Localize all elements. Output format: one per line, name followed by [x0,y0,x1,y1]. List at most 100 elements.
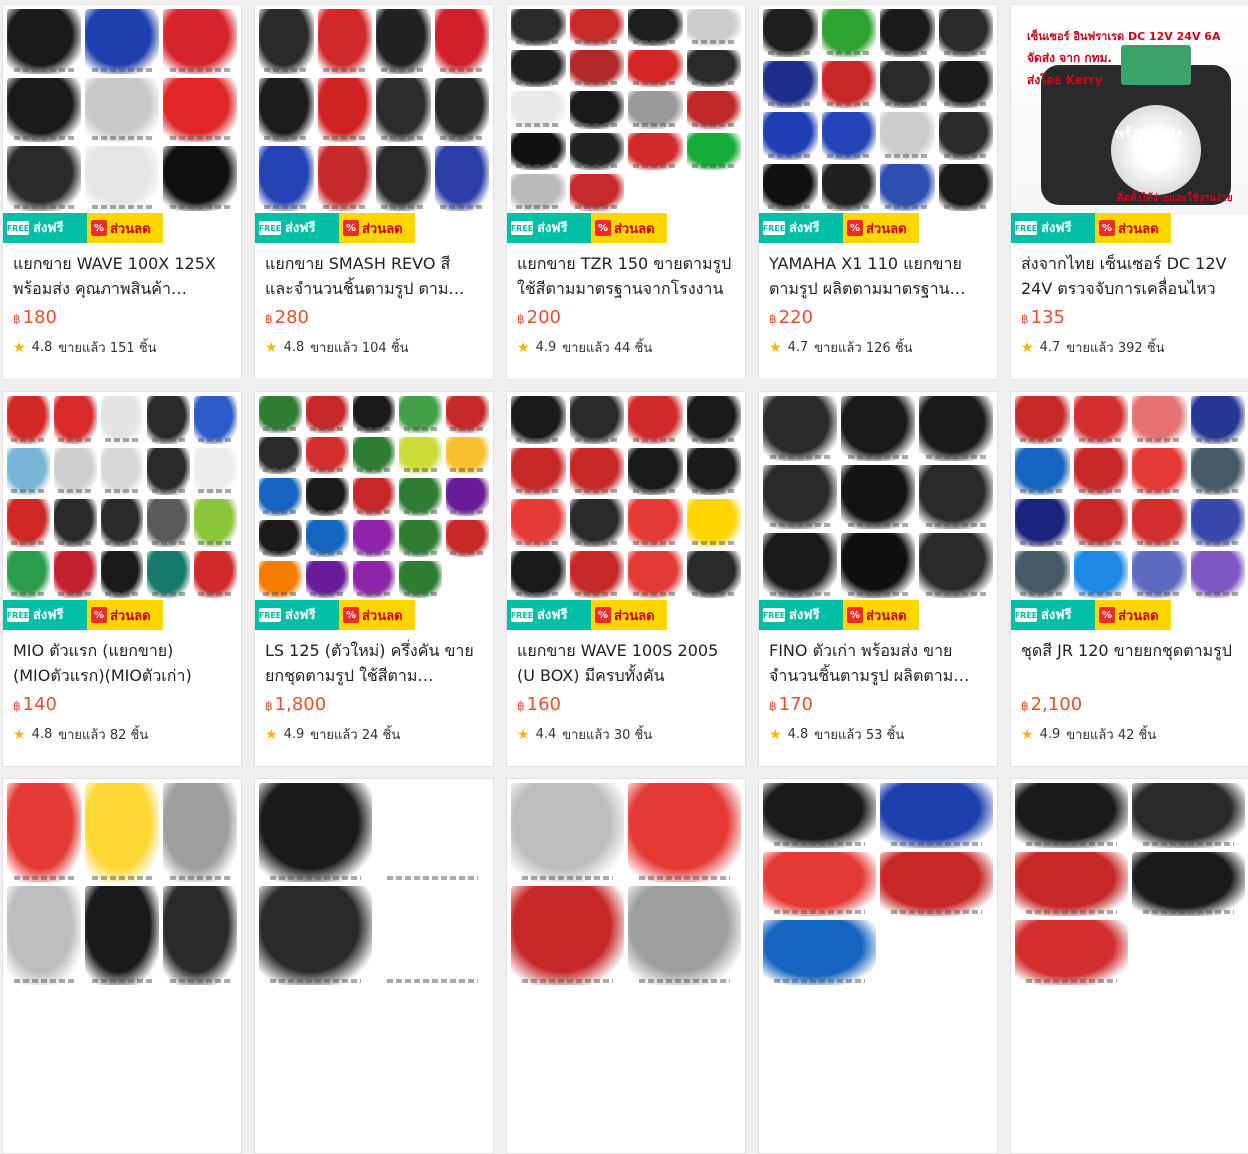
product-card[interactable] [1010,778,1248,1154]
sold-prefix: ขายแล้ว [58,341,106,356]
motorcycle-part [1015,499,1070,547]
product-card[interactable] [2,778,242,1154]
motorcycle-part [686,50,741,88]
motorcycle-part [259,886,372,985]
motorcycle-part [317,146,372,211]
product-image[interactable]: FREE ส่งฟรี% ส่วนลด [759,5,997,243]
motorcycle-part [569,91,624,129]
discount-badge: % ส่วนลด [591,213,667,243]
motorcycle-part [511,91,566,129]
product-title[interactable]: แยกขาย WAVE 100S 2005 (U BOX) มีครบทั้งค… [517,638,735,688]
product-card[interactable] [254,778,494,1154]
product-image[interactable]: FREE ส่งฟรี% ส่วนลด [507,392,745,630]
percent-icon: % [595,607,611,623]
product-card[interactable]: FREE ส่งฟรี% ส่วนลดชุดสี JR 120 ขายยกชุดตา… [1010,391,1248,767]
product-card[interactable]: FREE ส่งฟรี% ส่วนลดแยกขาย SMASH REVO สี แล… [254,4,494,380]
motorcycle-part [259,560,302,598]
free-shipping-badge: FREE ส่งฟรี [759,213,843,243]
rating-value: 4.8 [283,340,305,355]
free-shipping-label: ส่งฟรี [789,607,820,623]
product-info: แยกขาย WAVE 100S 2005 (U BOX) มีครบทั้งค… [507,630,745,753]
free-shipping-badge: FREE ส่งฟรี [507,213,591,243]
promo-banner: FREE ส่งฟรี% ส่วนลด [507,600,745,630]
product-image[interactable]: FREE ส่งฟรี% ส่วนลด [255,392,493,630]
product-price: ฿ 220 [769,307,987,333]
motorcycle-part [686,91,741,129]
product-price: ฿ 170 [769,694,987,720]
product-card[interactable]: FREE ส่งฟรี% ส่วนลด MIO ตัวแรก (แยกขาย) (MI… [2,391,242,767]
product-title[interactable]: ส่งจากไทย เซ็นเซอร์ DC 12V 24V ตรวจจับกา… [1021,251,1239,301]
product-image[interactable] [3,779,241,1017]
product-image[interactable] [255,779,493,1017]
product-price: ฿ 180 [13,307,231,333]
product-card[interactable]: FREE ส่งฟรี% ส่วนลด LS 125 (ตัวใหม่) ครึ่งค… [254,391,494,767]
product-image[interactable]: FREE ส่งฟรี% ส่วนลด [507,5,745,243]
product-image[interactable]: FREE ส่งฟรี% ส่วนลด [3,392,241,630]
motorcycle-part [763,396,837,461]
motorcycle-part [841,464,915,530]
motorcycle-part [686,396,741,444]
price-value: 2,100 [1030,694,1083,715]
product-card[interactable]: FREE ส่งฟรี% ส่วนลด แยกขาย WAVE 100S 2005 (… [506,391,746,767]
motorcycle-part [880,60,935,108]
product-image[interactable]: FREE ส่งฟรี% ส่วนลด [255,5,493,243]
product-card[interactable]: FREE ส่งฟรี% ส่วนลดแยกขาย TZR 150 ขายตามรู… [506,4,746,380]
price-value: 200 [526,307,561,328]
parts-collage [507,779,745,989]
motorcycle-part [628,886,741,985]
product-card[interactable] [758,778,998,1154]
discount-label: ส่วนลด [866,221,907,237]
price-value: 280 [274,307,309,328]
product-image[interactable]: FREE ส่งฟรี% ส่วนลด [1011,392,1248,630]
motorcycle-part [376,146,431,211]
discount-badge: % ส่วนลด [1095,213,1171,243]
free-shipping-label: ส่งฟรี [537,607,568,623]
motorcycle-part [1190,550,1245,598]
product-image[interactable] [759,779,997,1017]
motorcycle-part [569,9,624,47]
product-title[interactable]: MIO ตัวแรก (แยกขาย) (MIOตัวแรก)(MIOตัวเก… [13,638,231,688]
sold-value: 82 [109,728,127,743]
product-title[interactable]: แยกขาย TZR 150 ขายตามรูป ใช้สีตามมาตรฐาน… [517,251,735,301]
motorcycle-part [763,163,818,211]
star-icon: ★ [1021,726,1034,743]
product-title[interactable]: แยกขาย WAVE 100X 125X พร้อมส่ง คุณภาพสิน… [13,251,231,301]
product-card[interactable]: FREE ส่งฟรี% ส่วนลด FINO ตัวเก่า พร้อมส่ง ข… [758,391,998,767]
product-title[interactable]: FINO ตัวเก่า พร้อมส่ง ขาย จำนวนชิ้นตามรู… [769,638,987,688]
product-card[interactable]: FREE ส่งฟรี% ส่วนลดแยกขาย WAVE 100X 125X พ… [2,4,242,380]
product-image[interactable]: FREE ส่งฟรี% ส่วนลด [3,5,241,243]
motorcycle-part [100,550,144,598]
product-card[interactable]: เซ็นเซอร์ อินฟราเรด DC 12V 24V 6A จัดส่ง … [1010,4,1248,380]
sold-value: 151 [109,341,135,356]
product-title[interactable]: แยกขาย SMASH REVO สี และจำนวนชิ้นตามรูป … [265,251,483,301]
product-title[interactable]: LS 125 (ตัวใหม่) ครึ่งคัน ขายยกชุดตามรูป… [265,638,483,688]
motorcycle-part [7,886,81,985]
motorcycle-part [1015,851,1128,917]
parts-collage [3,392,241,602]
motorcycle-part [305,519,349,557]
sold-count: ขายแล้ว 82 ชิ้น [58,724,148,745]
product-image[interactable] [507,779,745,1017]
motorcycle-part [569,396,624,444]
motorcycle-part [1015,920,1128,985]
sensor-product-image: เซ็นเซอร์ อินฟราเรด DC 12V 24V 6A จัดส่ง … [1011,5,1248,215]
product-title[interactable]: ชุดสี JR 120 ขายยกชุดตามรูป [1021,638,1239,688]
sold-value: 24 [361,728,379,743]
sold-count: ขายแล้ว 42 ชิ้น [1066,724,1156,745]
motorcycle-part [938,112,993,160]
motorcycle-part [399,478,443,516]
sold-prefix: ขายแล้ว [814,341,862,356]
percent-icon: % [847,220,863,236]
parts-collage [759,5,997,215]
product-image[interactable]: FREE ส่งฟรี% ส่วนลด [759,392,997,630]
motorcycle-part [1132,396,1187,444]
product-image[interactable]: เซ็นเซอร์ อินฟราเรด DC 12V 24V 6A จัดส่ง … [1011,5,1248,243]
product-price: ฿ 200 [517,307,735,333]
motorcycle-part [821,9,876,57]
discount-badge: % ส่วนลด [591,600,667,630]
product-title[interactable]: YAMAHA X1 110 แยกขาย ตามรูป ผลิตตามมาตรฐ… [769,251,987,301]
product-card[interactable] [506,778,746,1154]
rating-value: 4.9 [1039,727,1061,742]
product-card[interactable]: FREE ส่งฟรี% ส่วนลด YAMAHA X1 110 แยกขาย ตา… [758,4,998,380]
product-image[interactable] [1011,779,1248,1017]
